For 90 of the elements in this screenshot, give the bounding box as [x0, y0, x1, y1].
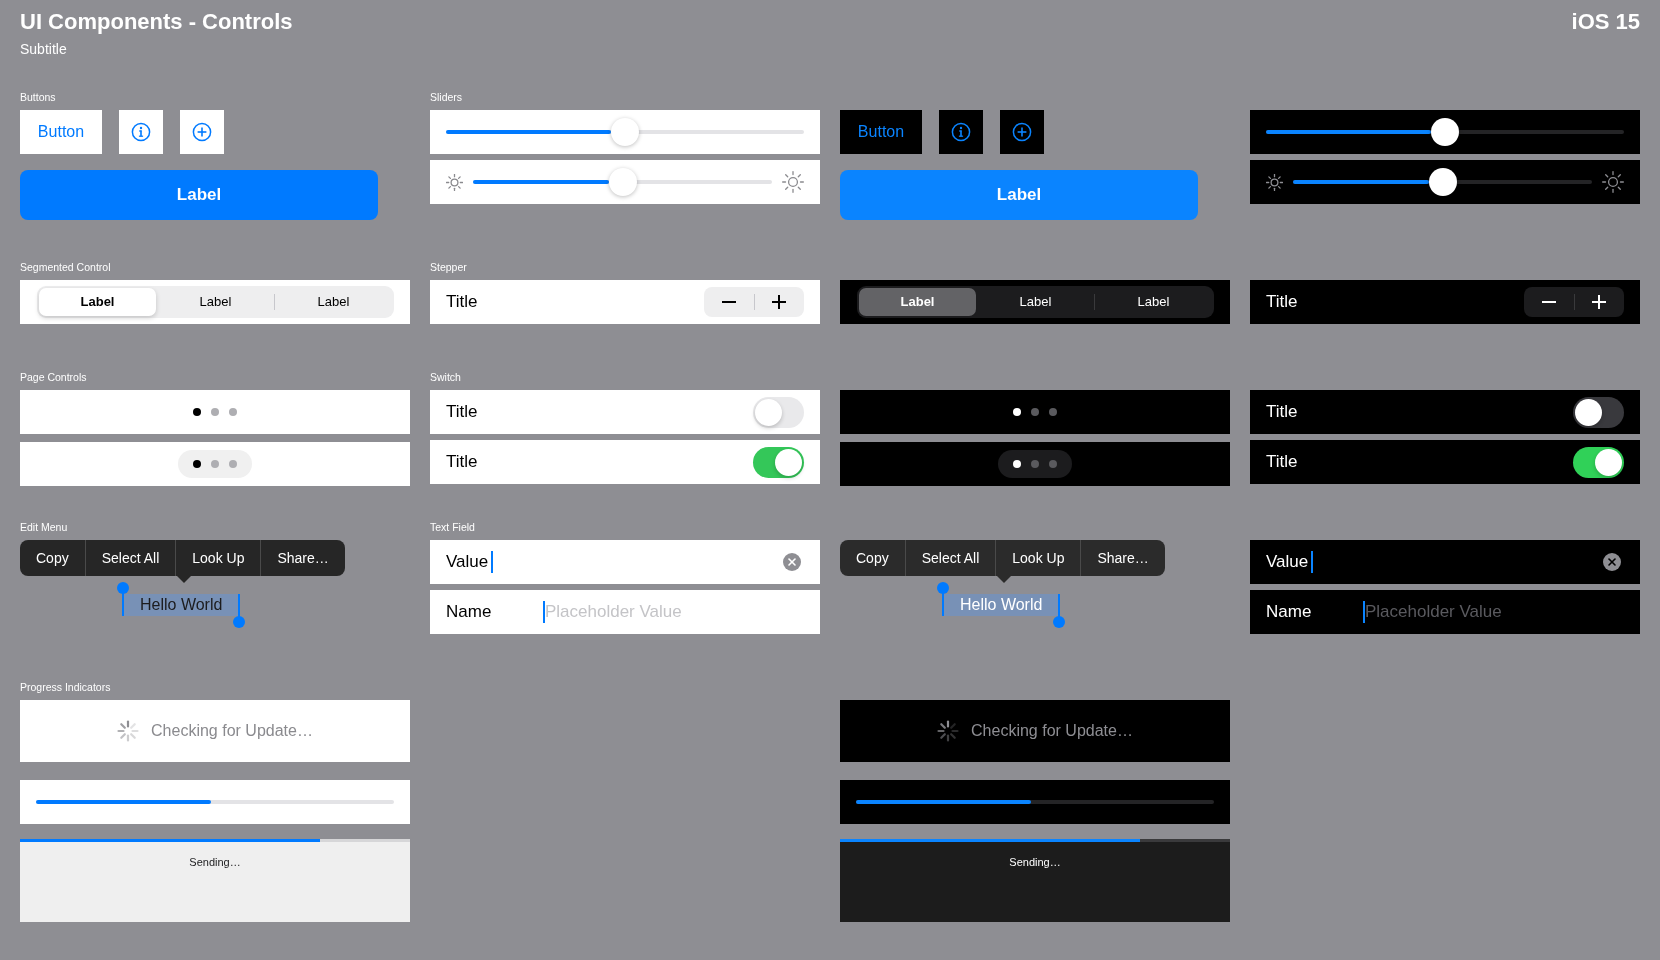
segment[interactable]: Label — [39, 288, 156, 316]
page-subtitle: Subtitle — [20, 40, 67, 58]
selected-text: Hello World — [943, 594, 1060, 616]
primary-button[interactable]: Label — [840, 170, 1198, 220]
add-button[interactable] — [1000, 110, 1044, 154]
menu-item[interactable]: Select All — [905, 540, 996, 576]
row-title: Title — [446, 291, 478, 314]
text-cursor-icon — [491, 551, 494, 573]
slider-thumb[interactable] — [611, 118, 639, 146]
status-text: Sending… — [189, 855, 241, 870]
menu-item[interactable]: Share… — [261, 540, 345, 576]
text-field[interactable]: Value — [430, 540, 820, 584]
field-value: Value — [1266, 551, 1309, 574]
menu-item[interactable]: Share… — [1081, 540, 1165, 576]
field-value: Value — [446, 551, 489, 574]
stepper[interactable] — [1524, 287, 1624, 317]
section-label: Sliders — [430, 90, 463, 105]
text-cursor-icon — [543, 601, 545, 623]
segment[interactable]: Label — [275, 288, 392, 316]
selection-handle[interactable] — [117, 582, 129, 616]
info-icon[interactable] — [951, 122, 971, 142]
sun-icon — [782, 171, 804, 193]
row-title: Title — [446, 401, 478, 424]
info-button[interactable] — [939, 110, 983, 154]
sun-icon — [446, 173, 463, 191]
section-label: Stepper — [430, 260, 467, 275]
clear-icon[interactable] — [1603, 553, 1621, 571]
toggle-switch[interactable] — [1573, 446, 1624, 478]
row-title: Title — [1266, 291, 1298, 314]
sun-icon — [1602, 171, 1624, 193]
slider-thumb[interactable] — [608, 168, 637, 196]
input-field[interactable]: Placeholder Value — [545, 599, 804, 625]
menu-item[interactable]: Copy — [20, 540, 85, 576]
text-field[interactable]: Name Placeholder Value — [1250, 590, 1640, 634]
clear-icon[interactable] — [783, 553, 801, 571]
segment[interactable]: Label — [157, 288, 274, 316]
input-field[interactable]: Placeholder Value — [1365, 599, 1624, 625]
row-title: Title — [1266, 401, 1298, 424]
segmented-control[interactable]: Label Label Label — [857, 286, 1214, 318]
section-label: Progress Indicators — [20, 680, 111, 695]
stepper[interactable] — [704, 287, 804, 317]
selection-handle[interactable] — [1053, 594, 1066, 628]
menu-item[interactable]: Look Up — [996, 540, 1081, 576]
text-field[interactable]: Value — [1250, 540, 1640, 584]
status-text: Sending… — [1009, 855, 1061, 870]
spinner-icon — [937, 720, 960, 742]
status-text: Checking for Update… — [151, 721, 313, 741]
version-label: iOS 15 — [1571, 8, 1640, 36]
field-label: Name — [1266, 602, 1312, 622]
plus-icon[interactable] — [772, 295, 787, 309]
toggle-switch[interactable] — [753, 396, 804, 428]
section-label: Edit Menu — [20, 520, 68, 535]
page-control[interactable] — [998, 450, 1072, 478]
slider-thumb[interactable] — [1428, 168, 1457, 196]
spinner-icon — [117, 720, 140, 742]
toggle-switch[interactable] — [1573, 396, 1624, 428]
segment[interactable]: Label — [859, 288, 976, 316]
section-label: Text Field — [430, 520, 475, 535]
selection-handle[interactable] — [233, 594, 246, 628]
section-label: Switch — [430, 370, 461, 385]
toggle-switch[interactable] — [753, 446, 804, 478]
segment[interactable]: Label — [977, 288, 1094, 316]
primary-button[interactable]: Label — [20, 170, 378, 220]
menu-item[interactable]: Select All — [85, 540, 176, 576]
menu-item[interactable]: Look Up — [176, 540, 261, 576]
selection-handle[interactable] — [937, 582, 949, 616]
info-button[interactable] — [119, 110, 163, 154]
section-label: Buttons — [20, 90, 56, 105]
text-button[interactable]: Button — [840, 110, 922, 154]
row-title: Title — [1266, 451, 1298, 474]
text-cursor-icon — [1311, 551, 1314, 573]
add-button[interactable] — [180, 110, 224, 154]
text-field[interactable]: Name Placeholder Value — [430, 590, 820, 634]
field-label: Name — [446, 602, 492, 622]
section-label: Page Controls — [20, 370, 87, 385]
page-control[interactable] — [178, 450, 252, 478]
slider-thumb[interactable] — [1431, 118, 1459, 146]
status-text: Checking for Update… — [971, 721, 1133, 741]
selected-text: Hello World — [123, 594, 240, 616]
plus-icon[interactable] — [1592, 295, 1607, 309]
segment[interactable]: Label — [1095, 288, 1212, 316]
text-button[interactable]: Button — [20, 110, 102, 154]
menu-item[interactable]: Copy — [840, 540, 905, 576]
segmented-control[interactable]: Label Label Label — [37, 286, 394, 318]
page-title: UI Components - Controls — [20, 8, 293, 36]
text-cursor-icon — [1363, 601, 1365, 623]
info-icon[interactable] — [131, 122, 151, 142]
sun-icon — [1266, 173, 1283, 191]
section-label: Segmented Control — [20, 260, 111, 275]
row-title: Title — [446, 451, 478, 474]
